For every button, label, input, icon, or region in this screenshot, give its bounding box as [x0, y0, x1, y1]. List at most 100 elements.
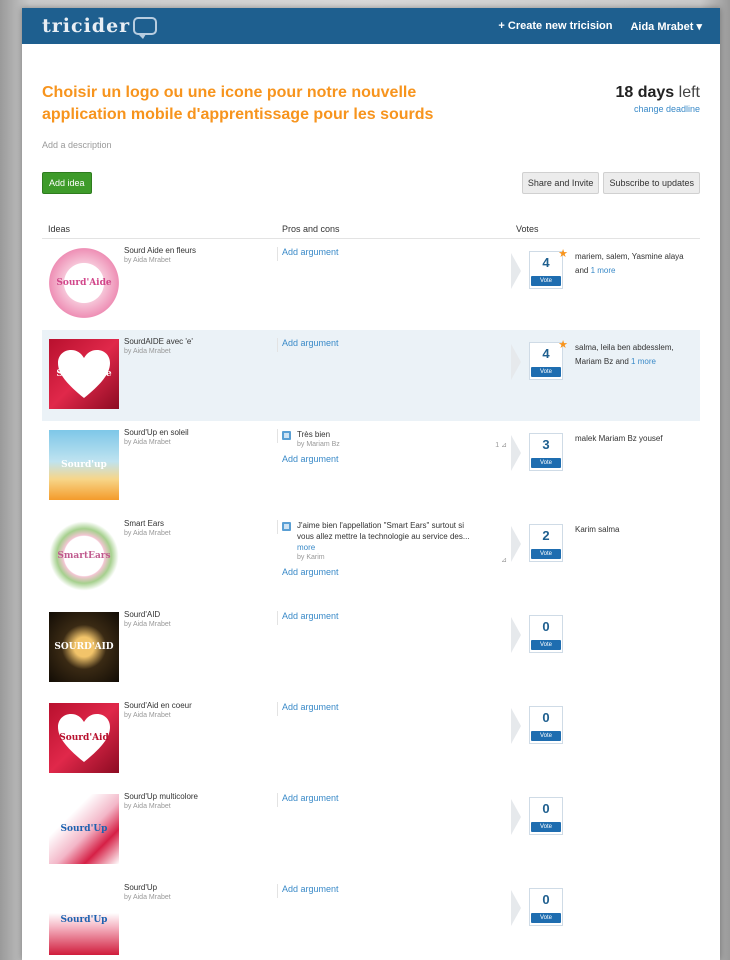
idea-name[interactable]: SourdAIDE avec 'e' — [124, 337, 277, 346]
idea-name[interactable]: Sourd'Up en soleil — [124, 428, 277, 437]
add-argument-link[interactable]: Add argument — [282, 338, 511, 348]
subscribe-button[interactable]: Subscribe to updates — [603, 172, 700, 194]
add-argument-link[interactable]: Add argument — [282, 793, 511, 803]
days-left: 18 days left — [615, 84, 700, 102]
speech-bubble-icon — [133, 17, 158, 39]
vote-counter: 2 Vote — [529, 524, 563, 562]
pro-argument-icon — [282, 431, 291, 440]
vote-counter: 0 Vote — [529, 888, 563, 926]
vote-button[interactable]: Vote — [531, 822, 561, 832]
voters-list: malek Mariam Bz yousef — [575, 432, 693, 512]
column-divider — [277, 793, 278, 807]
idea-thumbnail[interactable]: Sourd'Up — [49, 885, 119, 955]
vote-counter: 0 Vote — [529, 706, 563, 744]
vote-button[interactable]: Vote — [531, 367, 561, 377]
idea-thumbnail[interactable]: Sourd'Aide — [49, 339, 119, 409]
idea-name[interactable]: Sourd Aide en fleurs — [124, 246, 277, 255]
argument-more-link[interactable]: more — [297, 543, 315, 552]
argument-like-count[interactable]: ⊿ — [501, 556, 507, 564]
days-suffix: left — [678, 84, 700, 101]
user-name: Aida Mrabet — [630, 20, 694, 33]
idea-name[interactable]: Smart Ears — [124, 519, 277, 528]
idea-name[interactable]: Sourd'Aid en coeur — [124, 701, 277, 710]
vote-count: 2 — [542, 528, 550, 543]
argument-item: Très bien by Mariam Bz 1 ⊿ — [282, 429, 511, 449]
column-divider — [277, 429, 278, 443]
column-divider — [277, 884, 278, 898]
idea-name[interactable]: Sourd'Up multicolore — [124, 792, 277, 801]
votes-cell: 4 Vote ★ salma, leila ben abdesslem, Mar… — [511, 330, 693, 421]
add-description-link[interactable]: Add a description — [42, 140, 700, 150]
idea-author: by Aida Mrabet — [124, 894, 171, 901]
voters-list — [575, 887, 693, 960]
add-argument-link[interactable]: Add argument — [282, 567, 511, 577]
voters-names: Karim salma — [575, 525, 620, 534]
vote-button[interactable]: Vote — [531, 276, 561, 286]
ideas-column-header: Ideas — [48, 224, 71, 234]
add-argument-link[interactable]: Add argument — [282, 454, 511, 464]
voters-list — [575, 796, 693, 876]
pros-cons-column-header: Pros and cons — [282, 224, 340, 234]
pros-cons-cell: Très bien by Mariam Bz 1 ⊿ Add argument — [277, 421, 511, 512]
argument-like-count[interactable]: 1 ⊿ — [495, 441, 507, 449]
idea-thumbnail[interactable]: Sourd'up — [49, 430, 119, 500]
chevron-right-icon — [511, 435, 521, 471]
voters-more-link[interactable]: 1 more — [631, 357, 656, 366]
pros-cons-cell: Add argument — [277, 330, 511, 421]
like-count: 1 — [495, 442, 500, 449]
idea-row: Sourd'Aide Sourd Aide en fleurs by Aida … — [42, 239, 700, 330]
pros-cons-cell: Add argument — [277, 694, 511, 785]
idea-thumbnail[interactable]: Sourd'Up — [49, 794, 119, 864]
idea-thumbnail[interactable]: SmartEars — [49, 521, 119, 591]
voters-list: mariem, salem, Yasmine alaya and 1 more — [575, 250, 693, 330]
vote-count: 0 — [542, 892, 550, 907]
add-argument-link[interactable]: Add argument — [282, 611, 511, 621]
share-invite-button[interactable]: Share and Invite — [521, 172, 600, 194]
add-argument-link[interactable]: Add argument — [282, 702, 511, 712]
thumbnail-label: SOURD'AID — [54, 642, 114, 652]
vote-button[interactable]: Vote — [531, 458, 561, 468]
thumbnail-label: Sourd'Up — [60, 915, 108, 925]
idea-name[interactable]: Sourd'AID — [124, 610, 277, 619]
logo-text: tricider — [42, 15, 131, 37]
column-divider — [277, 247, 278, 261]
idea-info: Sourd'Aid en coeur by Aida Mrabet — [119, 694, 277, 785]
chevron-right-icon — [511, 708, 521, 744]
chevron-right-icon — [511, 799, 521, 835]
idea-name[interactable]: Sourd'Up — [124, 883, 277, 892]
voters-list — [575, 705, 693, 785]
argument-author: by Mariam Bz — [297, 441, 340, 448]
idea-thumbnail[interactable]: Sourd'Aid — [49, 703, 119, 773]
change-deadline-link[interactable]: change deadline — [615, 104, 700, 114]
deadline-panel: 18 days left change deadline — [615, 82, 700, 126]
user-menu[interactable]: Aida Mrabet ▾ — [630, 20, 702, 33]
chevron-right-icon — [511, 890, 521, 926]
idea-list: Sourd'Aide Sourd Aide en fleurs by Aida … — [42, 239, 700, 960]
page-title[interactable]: Choisir un logo ou une icone pour notre … — [42, 82, 472, 126]
idea-thumbnail[interactable]: Sourd'Aide — [49, 248, 119, 318]
column-divider — [277, 611, 278, 625]
idea-thumbnail[interactable]: SOURD'AID — [49, 612, 119, 682]
voters-more-link[interactable]: 1 more — [591, 266, 616, 275]
vote-counter: 3 Vote — [529, 433, 563, 471]
idea-row: Sourd'Up Sourd'Up multicolore by Aida Mr… — [42, 785, 700, 876]
add-argument-link[interactable]: Add argument — [282, 884, 511, 894]
argument-text: J'aime bien l'appellation "Smart Ears" s… — [297, 520, 472, 553]
add-argument-link[interactable]: Add argument — [282, 247, 511, 257]
add-idea-button[interactable]: Add idea — [42, 172, 92, 194]
vote-button[interactable]: Vote — [531, 731, 561, 741]
idea-info: SourdAIDE avec 'e' by Aida Mrabet — [119, 330, 277, 421]
vote-count: 0 — [542, 801, 550, 816]
votes-cell: 4 Vote ★ mariem, salem, Yasmine alaya an… — [511, 239, 693, 330]
idea-info: Sourd'Up by Aida Mrabet — [119, 876, 277, 960]
voters-names: salma, leila ben abdesslem, Mariam Bz an… — [575, 343, 674, 366]
vote-button[interactable]: Vote — [531, 913, 561, 923]
vote-counter: 4 Vote ★ — [529, 339, 568, 380]
idea-row: SmartEars Smart Ears by Aida Mrabet J'ai… — [42, 512, 700, 603]
create-tricision-link[interactable]: + Create new tricision — [498, 20, 612, 32]
vote-button[interactable]: Vote — [531, 640, 561, 650]
vote-button[interactable]: Vote — [531, 549, 561, 559]
column-divider — [277, 702, 278, 716]
action-buttons-row: Add idea Share and Invite Subscribe to u… — [42, 172, 700, 194]
tricider-logo[interactable]: tricider — [42, 15, 158, 39]
